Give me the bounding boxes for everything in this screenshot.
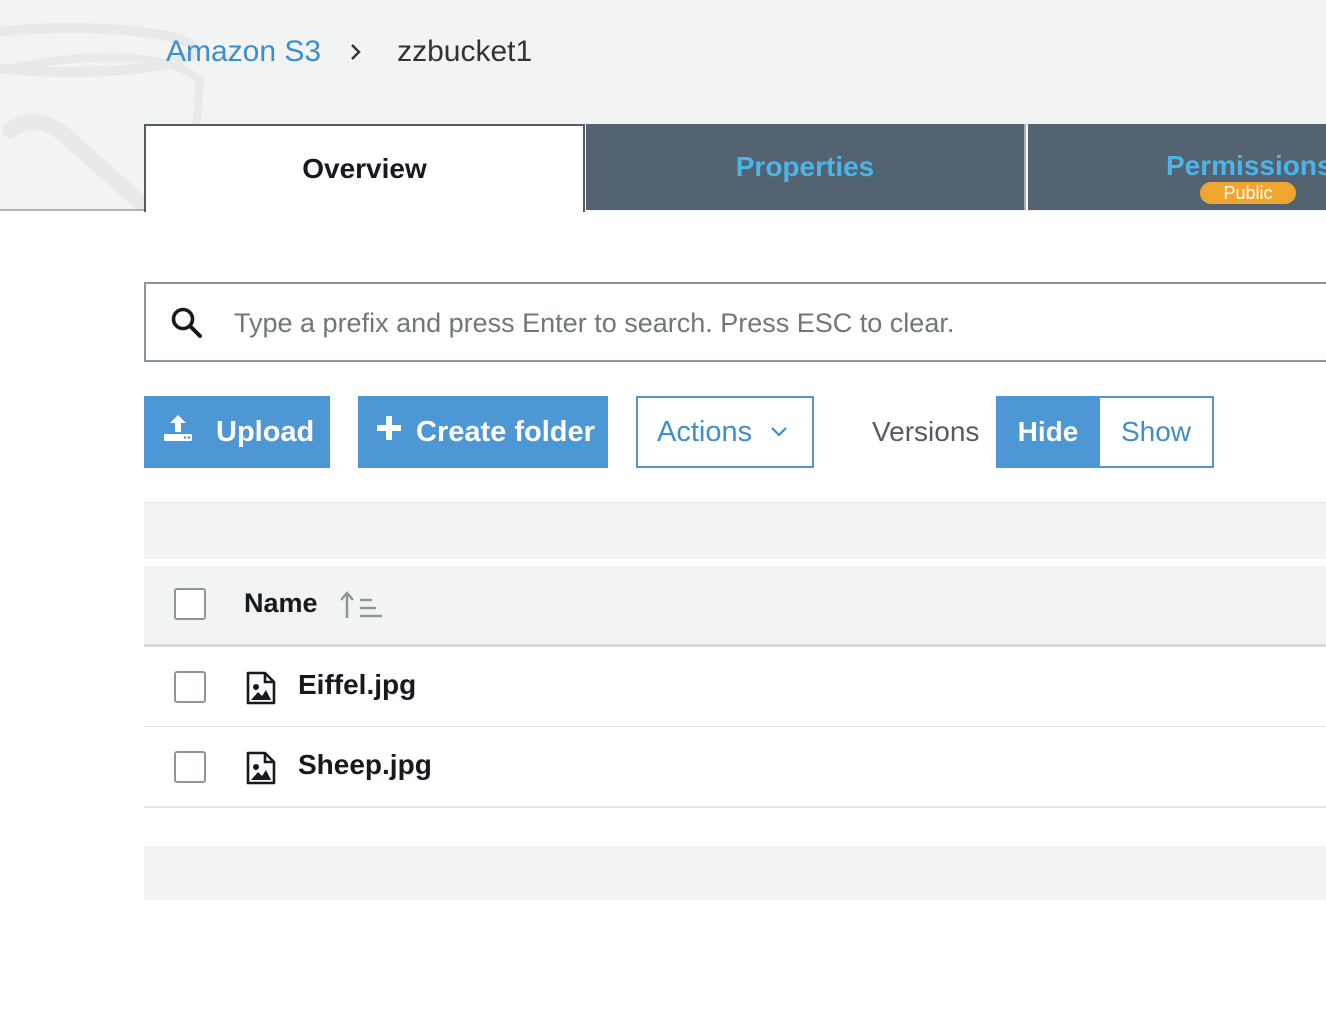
file-name-link[interactable]: Sheep.jpg xyxy=(298,749,432,781)
plus-icon xyxy=(376,415,402,449)
breadcrumb-amazon-s3-link[interactable]: Amazon S3 xyxy=(166,35,321,69)
image-file-icon xyxy=(246,671,276,710)
tab-overview-label: Overview xyxy=(302,153,427,184)
file-name-link[interactable]: Eiffel.jpg xyxy=(298,669,416,701)
versions-label: Versions xyxy=(872,416,980,447)
versions-hide-label: Hide xyxy=(1017,416,1079,447)
table-row[interactable]: Eiffel.jpg xyxy=(144,647,1326,728)
tab-divider-line xyxy=(0,209,146,211)
actions-button-label: Actions xyxy=(657,415,753,448)
upload-button[interactable]: Upload xyxy=(144,396,330,468)
table-top-bar xyxy=(144,502,1326,559)
tab-permissions-label: Permissions xyxy=(1166,150,1326,181)
breadcrumb-current-bucket: zzbucket1 xyxy=(397,35,533,68)
breadcrumb: Amazon S3 zzbucket1 xyxy=(166,30,532,74)
s3-bucket-page: Amazon S3 zzbucket1 Overview Properties … xyxy=(0,0,1326,1010)
chevron-down-icon xyxy=(770,426,788,438)
tab-permissions[interactable]: Permissions Public xyxy=(1028,124,1326,210)
search-icon xyxy=(170,306,204,345)
table-header: Name xyxy=(144,566,1326,647)
column-header-name[interactable]: Name xyxy=(244,588,318,619)
tab-overview[interactable]: Overview xyxy=(144,124,585,212)
actions-dropdown-button[interactable]: Actions xyxy=(636,396,814,468)
search-input[interactable] xyxy=(232,294,1316,352)
tab-properties-label: Properties xyxy=(735,151,875,182)
search-box xyxy=(144,282,1326,362)
table-footer-bar xyxy=(144,846,1326,900)
row-checkbox[interactable] xyxy=(174,671,206,703)
upload-icon xyxy=(162,413,194,451)
tab-properties[interactable]: Properties xyxy=(586,124,1026,210)
public-badge: Public xyxy=(1200,182,1296,204)
versions-show-label: Show xyxy=(1120,416,1192,447)
versions-hide-toggle[interactable]: Hide xyxy=(996,396,1100,468)
row-checkbox[interactable] xyxy=(174,751,206,783)
select-all-checkbox[interactable] xyxy=(174,588,206,620)
versions-show-toggle[interactable]: Show xyxy=(1100,396,1214,468)
table-row[interactable]: Sheep.jpg xyxy=(144,727,1326,808)
create-folder-button[interactable]: Create folder xyxy=(358,396,608,468)
sort-ascending-icon[interactable] xyxy=(340,590,384,625)
image-file-icon xyxy=(246,751,276,790)
chevron-right-icon xyxy=(349,42,363,62)
create-folder-button-label: Create folder xyxy=(416,415,595,448)
upload-button-label: Upload xyxy=(216,415,315,448)
